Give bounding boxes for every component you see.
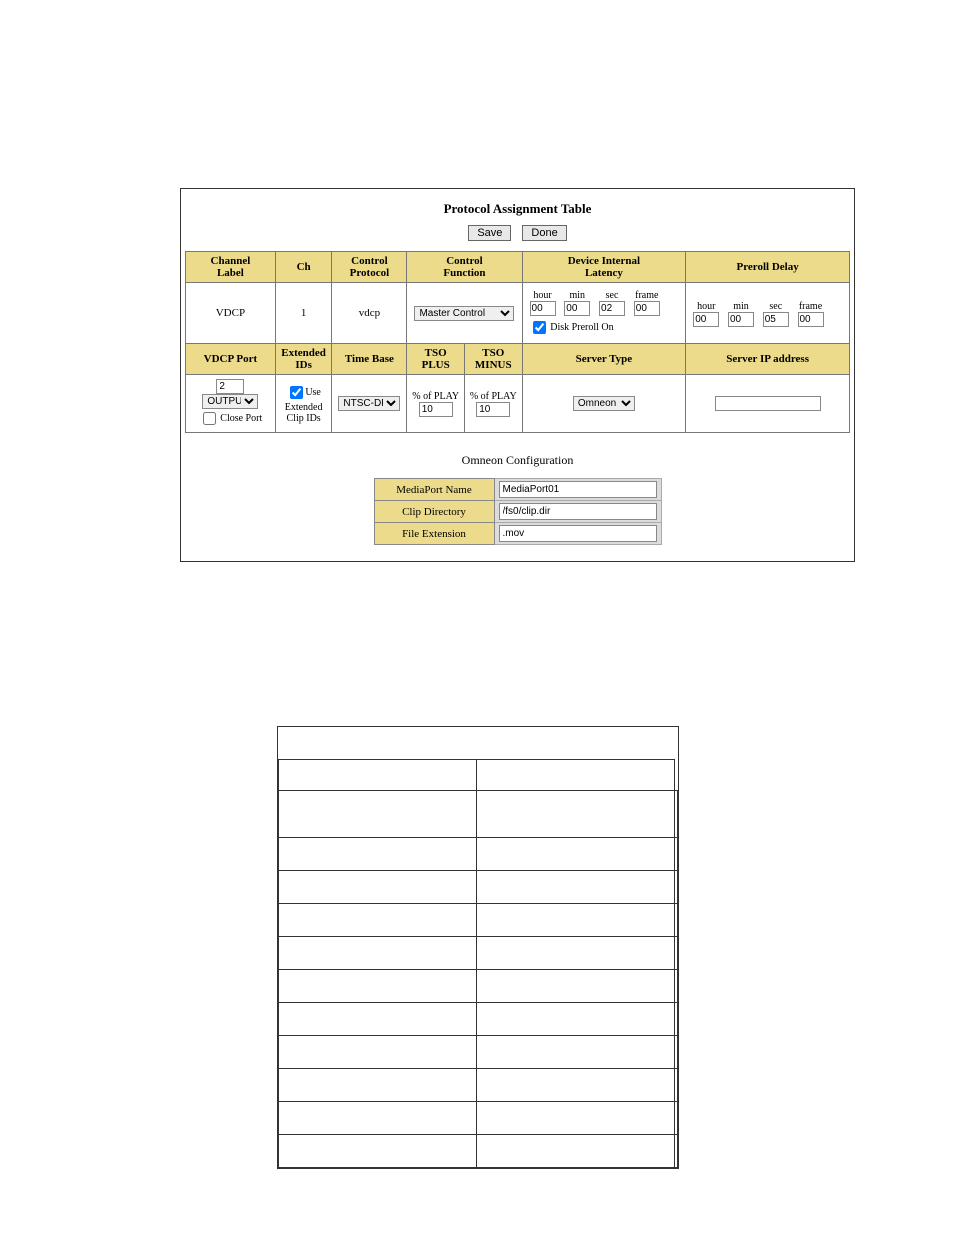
- lat-sec-input[interactable]: [599, 301, 625, 316]
- hdr-vdcp-port: VDCP Port: [186, 344, 276, 375]
- hdr-preroll: Preroll Delay: [686, 252, 850, 283]
- omneon-title: Omneon Configuration: [185, 453, 850, 468]
- tso-minus-label: % of PLAY: [470, 391, 517, 402]
- fileext-input[interactable]: [499, 525, 657, 542]
- pre-min-label: min: [727, 301, 755, 312]
- cell-tso-plus: % of PLAY: [407, 375, 465, 433]
- empty-table: [278, 727, 678, 1168]
- protocol-assignment-panel: Protocol Assignment Table Save Done Chan…: [180, 188, 855, 562]
- fileext-label: File Extension: [374, 523, 494, 545]
- pre-frame-input[interactable]: [798, 312, 824, 327]
- cell-preroll: hour min sec frame: [686, 283, 850, 344]
- mediaport-input[interactable]: [499, 481, 657, 498]
- cell-vdcp-port: OUTPUT Close Port: [186, 375, 276, 433]
- lat-min-label: min: [563, 290, 591, 301]
- done-button[interactable]: Done: [522, 225, 566, 241]
- close-port-label: Close Port: [220, 413, 262, 424]
- cell-ext-ids: Use Extended Clip IDs: [275, 375, 332, 433]
- clipdir-input[interactable]: [499, 503, 657, 520]
- control-function-select[interactable]: Master Control: [414, 306, 514, 321]
- pre-min-input[interactable]: [728, 312, 754, 327]
- hdr-function: Control Function: [407, 252, 522, 283]
- pre-hour-input[interactable]: [693, 312, 719, 327]
- cell-channel-label: VDCP: [186, 283, 276, 344]
- hdr-tso-plus: TSO PLUS: [407, 344, 465, 375]
- lat-min-input[interactable]: [564, 301, 590, 316]
- lat-frame-label: frame: [633, 290, 661, 301]
- tso-minus-input[interactable]: [476, 402, 510, 417]
- cell-timebase: NTSC-DF: [332, 375, 407, 433]
- pre-hour-label: hour: [692, 301, 720, 312]
- close-port-checkbox[interactable]: [203, 412, 216, 425]
- lat-sec-label: sec: [598, 290, 626, 301]
- mediaport-label: MediaPort Name: [374, 479, 494, 501]
- omneon-table: MediaPort Name Clip Directory File Exten…: [374, 478, 662, 545]
- cell-function: Master Control: [407, 283, 522, 344]
- tso-plus-input[interactable]: [419, 402, 453, 417]
- lat-hour-label: hour: [529, 290, 557, 301]
- server-type-select[interactable]: Omneon: [573, 396, 635, 411]
- cell-protocol: vdcp: [332, 283, 407, 344]
- cell-tso-minus: % of PLAY: [464, 375, 522, 433]
- cell-ch: 1: [275, 283, 332, 344]
- hdr-timebase: Time Base: [332, 344, 407, 375]
- hdr-server-type: Server Type: [522, 344, 686, 375]
- lat-frame-input[interactable]: [634, 301, 660, 316]
- assignment-table: Channel Label Ch Control Protocol Contro…: [185, 251, 850, 433]
- lat-hour-input[interactable]: [530, 301, 556, 316]
- vdcp-port-dir-select[interactable]: OUTPUT: [202, 394, 258, 409]
- hdr-ch: Ch: [275, 252, 332, 283]
- hdr-channel-label: Channel Label: [186, 252, 276, 283]
- cell-server-type: Omneon: [522, 375, 686, 433]
- hdr-latency: Device Internal Latency: [522, 252, 686, 283]
- panel-title: Protocol Assignment Table: [185, 201, 850, 217]
- hdr-tso-minus: TSO MINUS: [464, 344, 522, 375]
- pre-frame-label: frame: [797, 301, 825, 312]
- use-ext-checkbox[interactable]: [290, 386, 303, 399]
- save-button[interactable]: Save: [468, 225, 511, 241]
- timebase-select[interactable]: NTSC-DF: [338, 396, 400, 411]
- cell-latency: hour min sec frame Disk Preroll On: [522, 283, 686, 344]
- pre-sec-input[interactable]: [763, 312, 789, 327]
- vdcp-port-input[interactable]: [216, 379, 244, 394]
- cell-server-ip: [686, 375, 850, 433]
- disk-preroll-label: Disk Preroll On: [550, 322, 613, 333]
- disk-preroll-checkbox[interactable]: [533, 321, 546, 334]
- tso-plus-label: % of PLAY: [412, 391, 459, 402]
- pre-sec-label: sec: [762, 301, 790, 312]
- hdr-protocol: Control Protocol: [332, 252, 407, 283]
- hdr-server-ip: Server IP address: [686, 344, 850, 375]
- hdr-ext-ids: Extended IDs: [275, 344, 332, 375]
- empty-table-panel: [277, 726, 679, 1169]
- panel-buttons: Save Done: [185, 225, 850, 241]
- clipdir-label: Clip Directory: [374, 501, 494, 523]
- server-ip-input[interactable]: [715, 396, 821, 411]
